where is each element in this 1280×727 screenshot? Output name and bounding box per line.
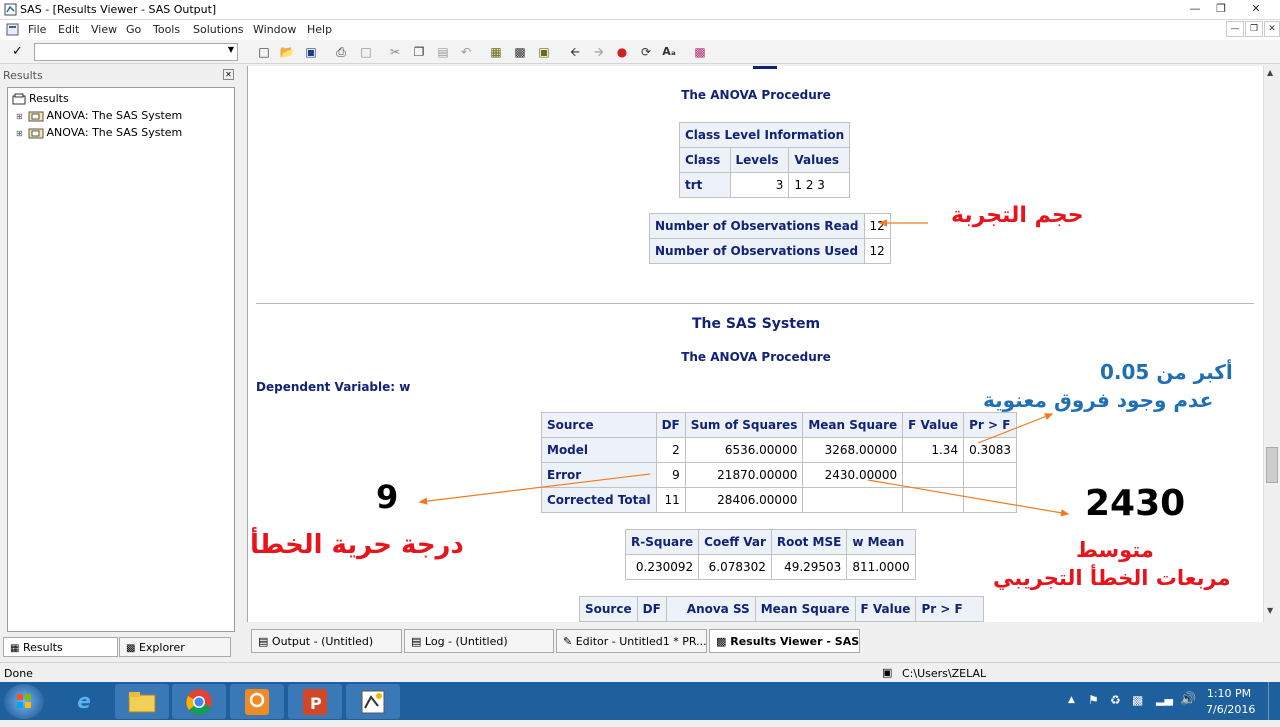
folder-icon — [128, 692, 156, 713]
annotation-pvalue-line2: عدم وجود فروق معنوية — [983, 388, 1214, 412]
editor-window-icon: ✎ — [563, 635, 573, 648]
sas-logo-icon — [361, 690, 385, 714]
window-tab-editor[interactable]: ✎ Editor - Untitled1 * PR... — [556, 629, 707, 653]
pdf-icon — [245, 689, 269, 715]
window-tab-label: Output - (Untitled) — [271, 635, 374, 648]
window-tab-label: Editor - Untitled1 * PR... — [575, 635, 707, 648]
show-desktop-button[interactable] — [1268, 682, 1280, 720]
ie-icon[interactable]: e — [57, 684, 111, 719]
volume-icon[interactable]: 🔊 — [1180, 692, 1196, 707]
window-tab-label: Log - (Untitled) — [424, 635, 508, 648]
sas-taskbar-icon[interactable] — [346, 684, 400, 719]
window-tab-label: Results Viewer - SAS ... — [730, 635, 860, 648]
status-text: Done — [4, 667, 33, 680]
annotation-arrows — [418, 219, 1070, 517]
network-tray-icon[interactable]: ♻ — [1110, 693, 1121, 707]
annotation-arrow-line — [867, 479, 1069, 515]
file-explorer-icon[interactable] — [115, 684, 169, 719]
annotation-arrow-head — [418, 497, 428, 505]
window-tab-output[interactable]: ▤ Output - (Untitled) — [251, 629, 402, 653]
folder-icon: ▣ — [882, 666, 893, 679]
log-window-icon: ▤ — [411, 635, 422, 648]
output-window-icon: ▤ — [258, 635, 269, 648]
annotation-arrow-head — [1060, 509, 1070, 517]
svg-text:P: P — [310, 694, 322, 713]
window-tab-results-viewer[interactable]: ▩ Results Viewer - SAS ... — [709, 629, 860, 653]
action-center-icon[interactable]: ⚑ — [1088, 693, 1099, 707]
start-button[interactable] — [4, 684, 44, 719]
clock-date: 7/6/2016 — [1206, 703, 1256, 716]
powerpoint-icon[interactable]: P — [288, 684, 342, 719]
annotation-arrow-head — [878, 219, 888, 227]
annotation-df-label: درجة حرية الخطأ — [250, 530, 464, 560]
windows-logo-icon — [17, 694, 31, 708]
show-hidden-icons[interactable]: ▲ — [1068, 695, 1075, 705]
clock-time: 1:10 PM — [1206, 687, 1252, 700]
annotation-mse-line1: متوسط — [1076, 538, 1154, 562]
signal-icon[interactable]: ▂▄ — [1156, 693, 1173, 706]
annotation-arrow-head — [1044, 413, 1054, 420]
pdf-app-icon[interactable] — [230, 684, 284, 719]
results-viewer-icon: ▩ — [716, 635, 727, 648]
chrome-icon[interactable] — [172, 684, 226, 719]
current-directory[interactable]: C:\Users\ZELAL — [902, 667, 986, 680]
annotation-sample-size: حجم التجربة — [951, 203, 1084, 228]
ppt-logo-icon: P — [303, 689, 327, 715]
window-tab-log[interactable]: ▤ Log - (Untitled) — [404, 629, 554, 653]
annotation-arrow-line — [419, 473, 651, 503]
annotation-df-value: 9 — [376, 478, 399, 516]
annotation-arrow-line — [977, 413, 1053, 444]
annotation-mse-value: 2430 — [1085, 483, 1186, 524]
chrome-logo-icon — [186, 689, 212, 715]
status-bar: Done ▣ C:\Users\ZELAL — [0, 662, 1280, 682]
annotation-pvalue-line1: أكبر من 0.05 — [1100, 360, 1233, 384]
clock[interactable]: 1:10 PM 7/6/2016 — [1206, 687, 1256, 716]
device-tray-icon[interactable]: ▩ — [1132, 693, 1143, 707]
annotation-mse-line2: مربعات الخطأ التجريبي — [993, 566, 1231, 590]
